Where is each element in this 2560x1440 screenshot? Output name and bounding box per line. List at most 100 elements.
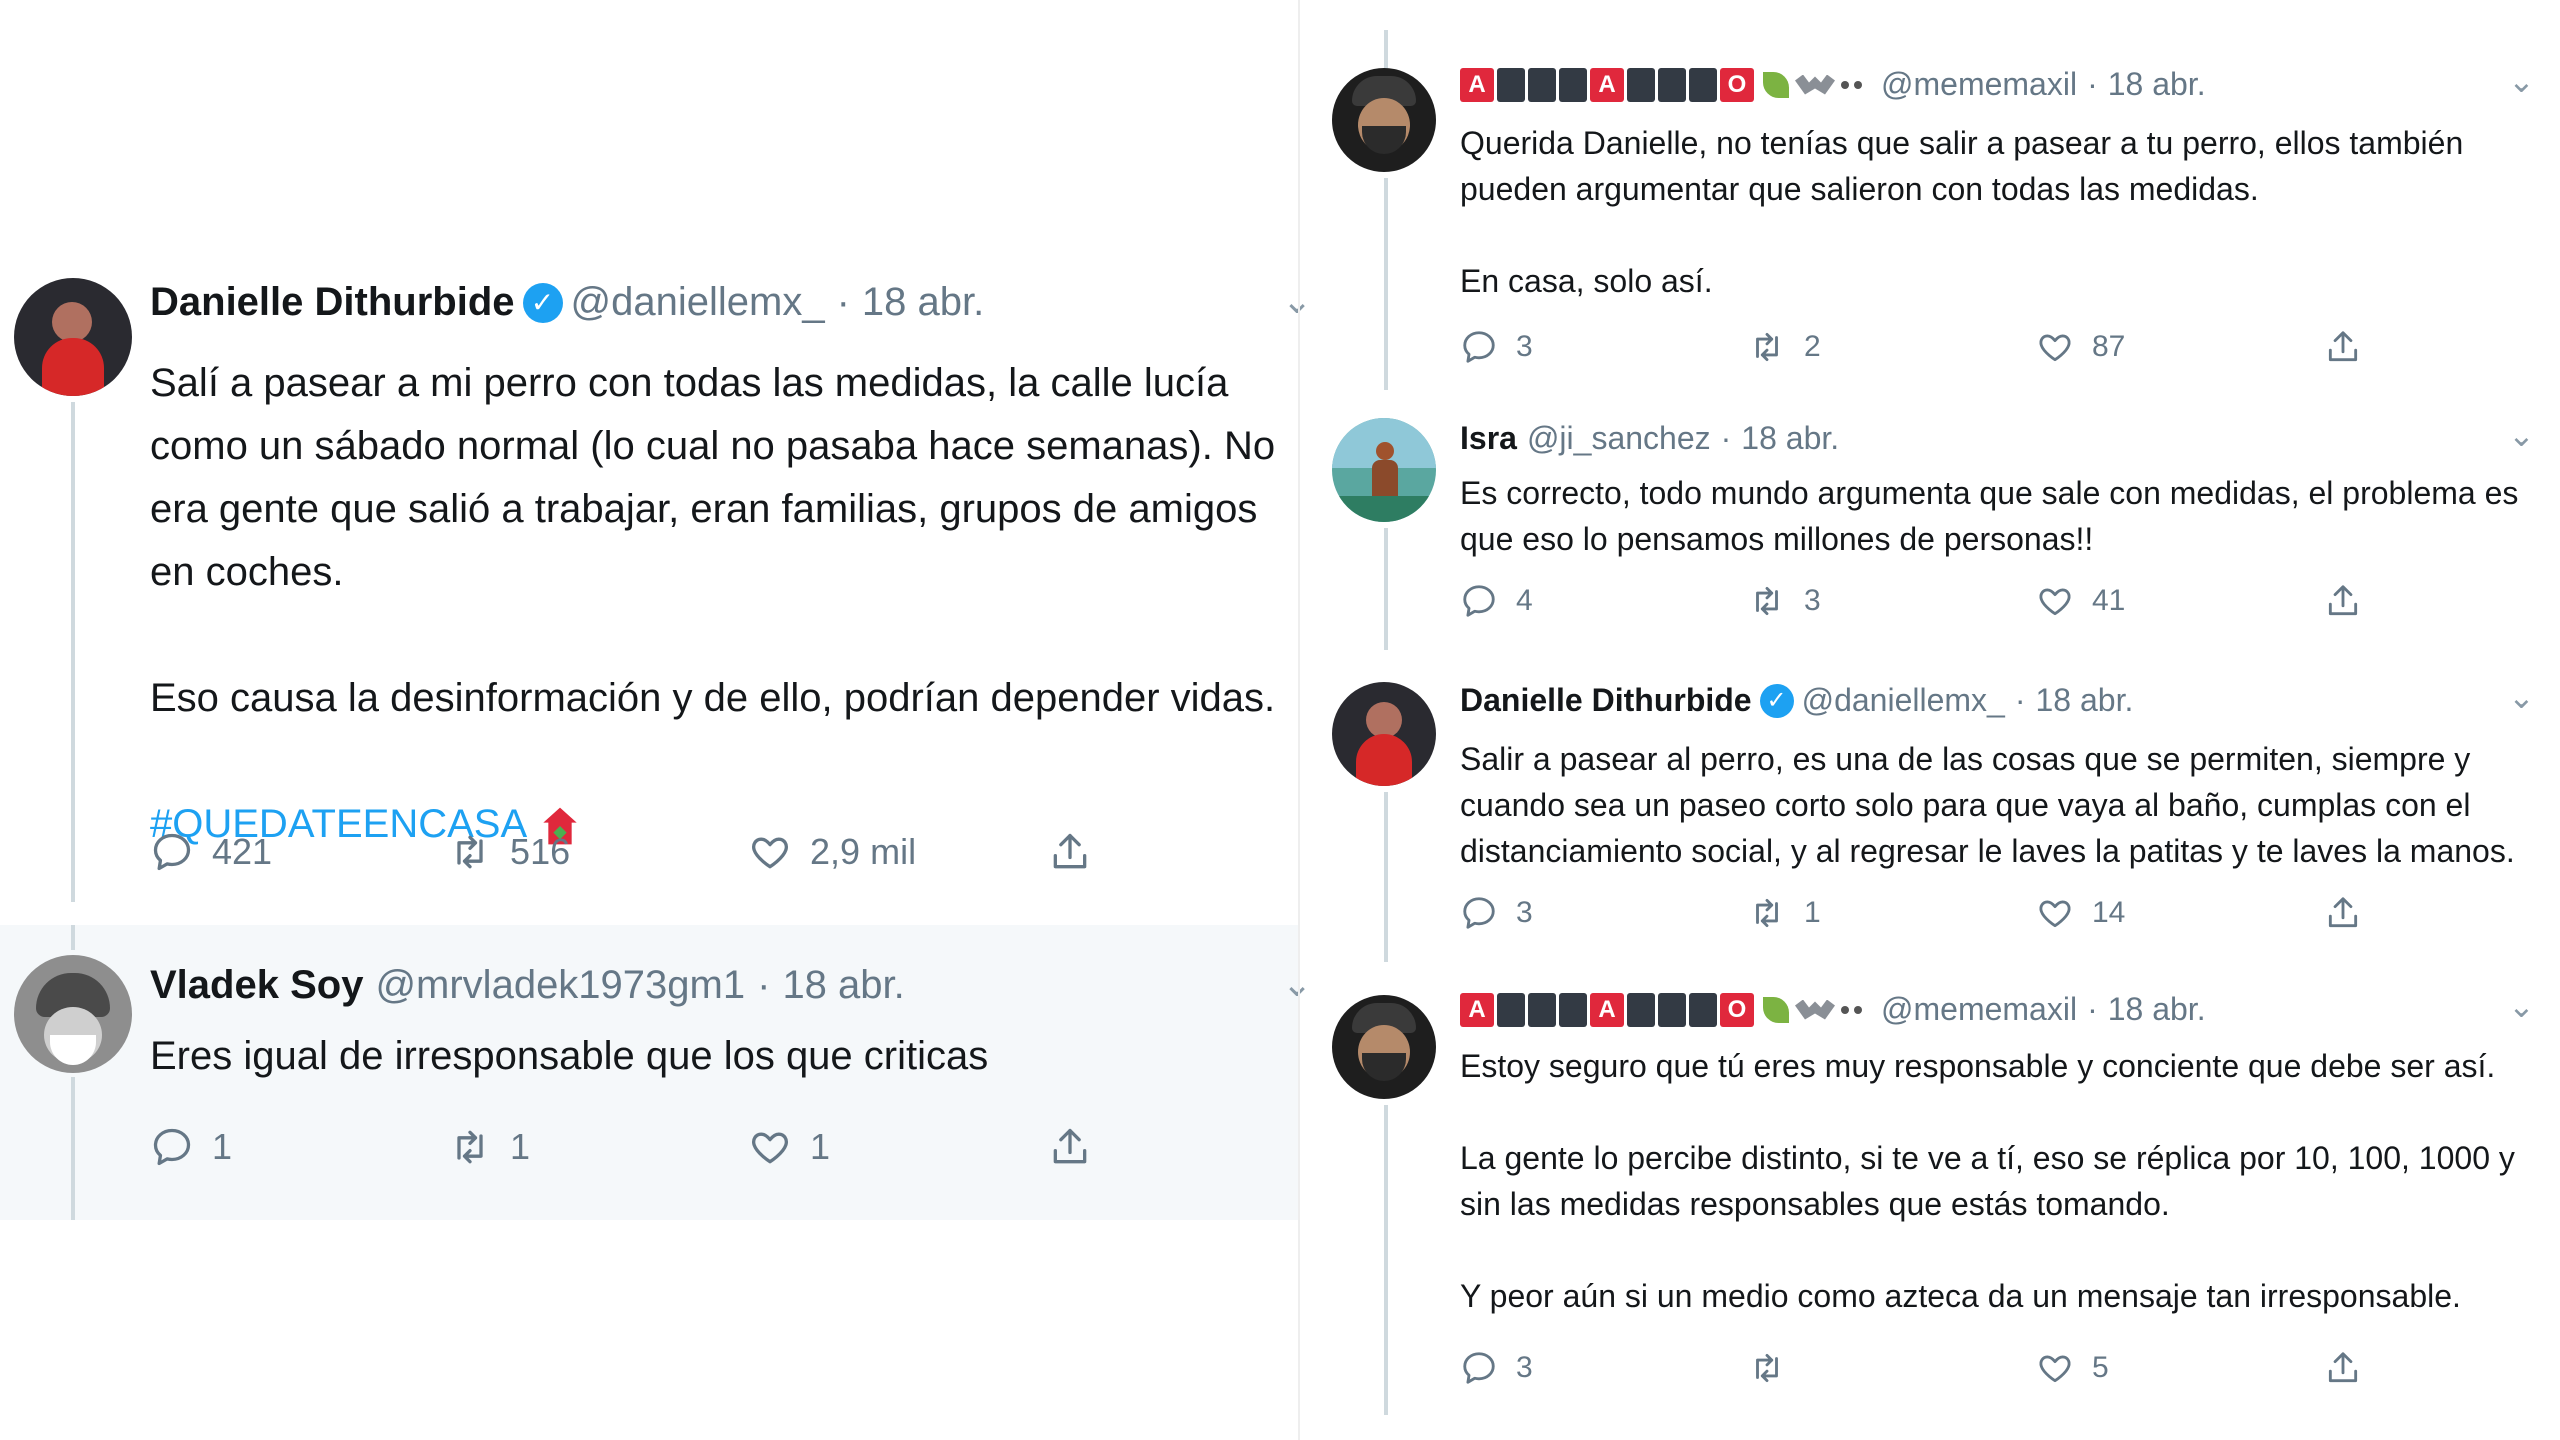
thread-line bbox=[1384, 1105, 1388, 1415]
share-button[interactable] bbox=[2324, 582, 2380, 620]
thread-line bbox=[1384, 792, 1388, 962]
tweet-date[interactable]: 18 abr. bbox=[862, 280, 984, 325]
author-handle[interactable]: @mrvladek1973gm1 bbox=[375, 963, 745, 1008]
tweet-main[interactable]: Danielle Dithurbide ✓ @daniellemx_ · 18 … bbox=[0, 260, 1312, 920]
share-button[interactable] bbox=[2324, 894, 2380, 932]
speech-bubble-icon bbox=[1460, 1349, 1498, 1387]
reply-count: 4 bbox=[1516, 584, 1533, 617]
chevron-down-icon[interactable]: ⌄ bbox=[2508, 416, 2535, 454]
retweet-button[interactable] bbox=[1748, 1349, 2036, 1387]
author-handle[interactable]: @daniellemx_ bbox=[571, 280, 825, 325]
reply-count: 3 bbox=[1516, 1351, 1533, 1384]
author-name[interactable]: Isra bbox=[1460, 420, 1517, 457]
tweet-header: Danielle Dithurbide ✓ @daniellemx_ · 18 … bbox=[1460, 682, 2133, 719]
reply-button[interactable]: 421 bbox=[150, 830, 448, 874]
tweet-reply[interactable]: A A O @mememaxil · 18 abr. ⌄ Estoy segur… bbox=[1300, 985, 2560, 1415]
tweet-text: Es correcto, todo mundo argumenta que sa… bbox=[1460, 470, 2540, 562]
tweet-date[interactable]: 18 abr. bbox=[1741, 420, 1839, 457]
retweet-arrows-icon bbox=[1748, 1349, 1786, 1387]
speech-bubble-icon bbox=[1460, 328, 1498, 366]
retweet-button[interactable]: 516 bbox=[448, 830, 748, 874]
tweet-paragraph: Es correcto, todo mundo argumenta que sa… bbox=[1460, 475, 2519, 557]
author-name-emoji[interactable]: A A O bbox=[1460, 992, 1867, 1027]
avatar[interactable] bbox=[14, 278, 132, 396]
reply-count: 3 bbox=[1516, 896, 1533, 929]
reply-button[interactable]: 4 bbox=[1460, 582, 1748, 620]
tweet-actions: 1 1 1 bbox=[150, 1125, 1110, 1169]
heart-icon bbox=[748, 1125, 792, 1169]
author-handle[interactable]: @mememaxil bbox=[1881, 66, 2077, 103]
retweet-button[interactable]: 1 bbox=[448, 1125, 748, 1169]
retweet-count: 516 bbox=[510, 831, 571, 872]
avatar[interactable] bbox=[1332, 68, 1436, 172]
share-upload-icon bbox=[2324, 1349, 2362, 1387]
tweet-text: Querida Danielle, no tenías que salir a … bbox=[1460, 120, 2540, 304]
author-handle[interactable]: @ji_sanchez bbox=[1527, 420, 1711, 457]
share-button[interactable] bbox=[2324, 328, 2380, 366]
like-count: 41 bbox=[2092, 584, 2126, 617]
tweet-text: Salir a pasear al perro, es una de las c… bbox=[1460, 736, 2540, 874]
heart-icon bbox=[2036, 582, 2074, 620]
heart-icon bbox=[748, 830, 792, 874]
heart-icon bbox=[2036, 894, 2074, 932]
tweet-reply[interactable]: Danielle Dithurbide ✓ @daniellemx_ · 18 … bbox=[1300, 672, 2560, 962]
tweet-actions: 3 1 14 bbox=[1460, 894, 2380, 932]
leaf-icon bbox=[1763, 996, 1789, 1023]
tweet-paragraph: Querida Danielle, no tenías que salir a … bbox=[1460, 125, 2464, 207]
like-button[interactable]: 2,9 mil bbox=[748, 830, 1048, 874]
avatar[interactable] bbox=[14, 955, 132, 1073]
separator-dot: · bbox=[2087, 66, 2098, 102]
share-button[interactable] bbox=[1048, 830, 1110, 874]
tweet-reply[interactable]: Isra @ji_sanchez · 18 abr. ⌄ Es correcto… bbox=[1300, 410, 2560, 650]
tweet-actions: 3 5 bbox=[1460, 1349, 2380, 1387]
author-handle[interactable]: @daniellemx_ bbox=[1802, 682, 2005, 719]
tweet-paragraph: Estoy seguro que tú eres muy responsable… bbox=[1460, 1048, 2496, 1084]
like-button[interactable]: 1 bbox=[748, 1125, 1048, 1169]
retweet-button[interactable]: 3 bbox=[1748, 582, 2036, 620]
reply-button[interactable]: 3 bbox=[1460, 328, 1748, 366]
tweet-reply[interactable]: Vladek Soy @mrvladek1973gm1 · 18 abr. ⌄ … bbox=[0, 925, 1312, 1220]
avatar[interactable] bbox=[1332, 995, 1436, 1099]
tweet-paragraph: Salir a pasear al perro, es una de las c… bbox=[1460, 741, 2515, 869]
tweet-date[interactable]: 18 abr. bbox=[2108, 991, 2206, 1028]
like-button[interactable]: 41 bbox=[2036, 582, 2324, 620]
chevron-down-icon[interactable]: ⌄ bbox=[2508, 987, 2535, 1025]
reply-count: 421 bbox=[212, 831, 273, 872]
share-button[interactable] bbox=[2324, 1349, 2380, 1387]
retweet-button[interactable]: 2 bbox=[1748, 328, 2036, 366]
speech-bubble-icon bbox=[150, 830, 194, 874]
thread-line bbox=[71, 1077, 75, 1220]
retweet-button[interactable]: 1 bbox=[1748, 894, 2036, 932]
author-name[interactable]: Vladek Soy bbox=[150, 963, 363, 1008]
tweet-date[interactable]: 18 abr. bbox=[2036, 682, 2134, 719]
retweet-arrows-icon bbox=[1748, 894, 1786, 932]
tweet-paragraph: Eres igual de irresponsable que los que … bbox=[150, 1034, 989, 1078]
author-name[interactable]: Danielle Dithurbide bbox=[150, 280, 515, 325]
chevron-down-icon[interactable]: ⌄ bbox=[2508, 62, 2535, 100]
heart-icon bbox=[2036, 1349, 2074, 1387]
tweet-date[interactable]: 18 abr. bbox=[782, 963, 904, 1008]
chevron-down-icon[interactable]: ⌄ bbox=[2508, 678, 2535, 716]
tweet-header: Danielle Dithurbide ✓ @daniellemx_ · 18 … bbox=[150, 280, 984, 325]
like-count: 5 bbox=[2092, 1351, 2109, 1384]
tweet-actions: 4 3 41 bbox=[1460, 582, 2380, 620]
like-button[interactable]: 14 bbox=[2036, 894, 2324, 932]
tweet-reply[interactable]: A A O @mememaxil · 18 abr. ⌄ Querida Dan… bbox=[1300, 60, 2560, 390]
author-name-emoji[interactable]: A A O bbox=[1460, 67, 1867, 102]
like-button[interactable]: 5 bbox=[2036, 1349, 2324, 1387]
avatar[interactable] bbox=[1332, 418, 1436, 522]
reply-button[interactable]: 3 bbox=[1460, 894, 1748, 932]
like-button[interactable]: 87 bbox=[2036, 328, 2324, 366]
letter-block: A bbox=[1590, 992, 1624, 1027]
bat-icon bbox=[1795, 74, 1835, 95]
author-handle[interactable]: @mememaxil bbox=[1881, 991, 2077, 1028]
thread-line bbox=[71, 925, 75, 950]
separator-dot: · bbox=[757, 963, 771, 1007]
tweet-date[interactable]: 18 abr. bbox=[2108, 66, 2206, 103]
reply-button[interactable]: 1 bbox=[150, 1125, 448, 1169]
author-name[interactable]: Danielle Dithurbide bbox=[1460, 682, 1752, 719]
avatar[interactable] bbox=[1332, 682, 1436, 786]
reply-button[interactable]: 3 bbox=[1460, 1349, 1748, 1387]
share-button[interactable] bbox=[1048, 1125, 1110, 1169]
left-thread-panel: Danielle Dithurbide ✓ @daniellemx_ · 18 … bbox=[0, 0, 1312, 1440]
